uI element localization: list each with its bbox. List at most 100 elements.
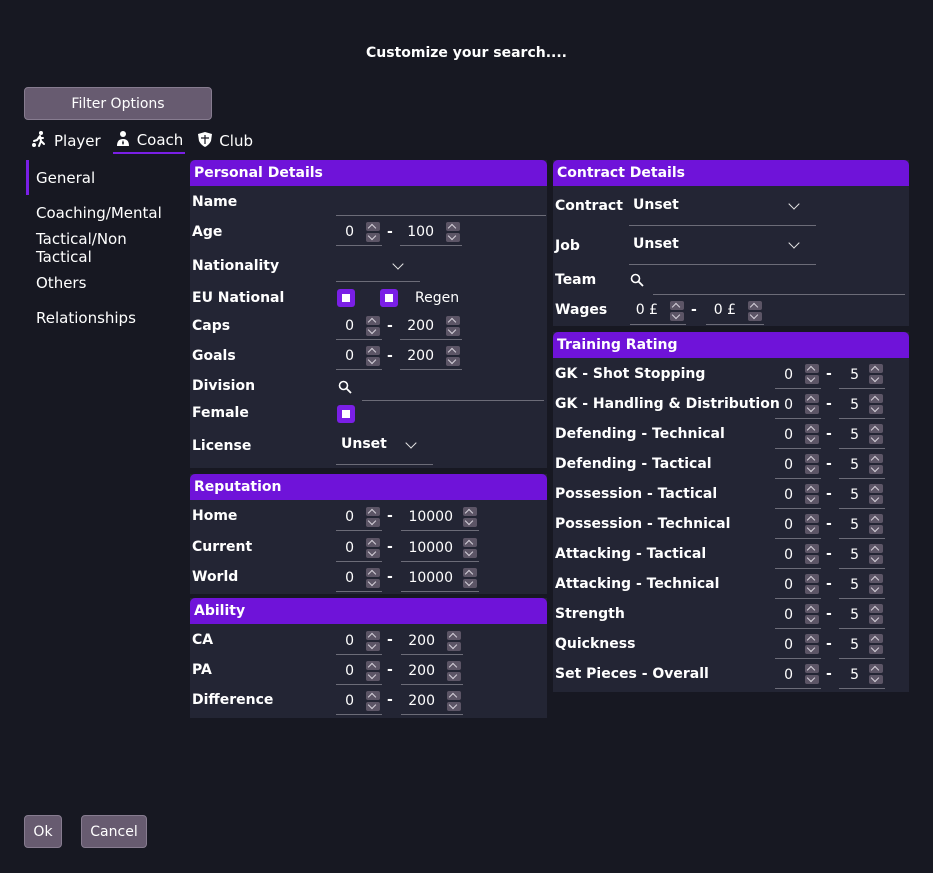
regen-checkbox[interactable] — [380, 289, 398, 307]
pa-min-field[interactable]: 0 — [336, 658, 382, 685]
world-max-field[interactable]: 10000 — [401, 565, 479, 592]
training-max-stepper[interactable] — [869, 574, 883, 594]
ok-button[interactable]: Ok — [24, 815, 62, 848]
difference-min-field[interactable]: 0 — [336, 688, 382, 715]
training-max-field[interactable]: 5 — [839, 662, 885, 689]
training-max-stepper[interactable] — [869, 604, 883, 624]
age-max-stepper[interactable] — [446, 222, 460, 242]
ca-min-stepper[interactable] — [366, 631, 380, 651]
training-max-stepper[interactable] — [869, 634, 883, 654]
age-min-stepper[interactable] — [366, 222, 380, 242]
training-max-field[interactable]: 5 — [839, 542, 885, 569]
pa-min-stepper[interactable] — [366, 661, 380, 681]
caps-min-field[interactable]: 0 — [336, 314, 382, 340]
wages-max-stepper[interactable] — [748, 301, 762, 321]
world-max-stepper[interactable] — [463, 568, 477, 588]
training-max-field[interactable]: 5 — [839, 392, 885, 419]
goals-min-stepper[interactable] — [366, 346, 380, 366]
training-min-stepper[interactable] — [805, 604, 819, 624]
training-max-field[interactable]: 5 — [839, 602, 885, 629]
nav-item-relationships[interactable]: Relationships — [26, 300, 186, 335]
pa-max-field[interactable]: 200 — [401, 658, 463, 685]
current-min-field[interactable]: 0 — [336, 535, 382, 562]
training-min-field[interactable]: 0 — [775, 422, 821, 449]
training-min-field[interactable]: 0 — [775, 392, 821, 419]
training-min-stepper[interactable] — [805, 574, 819, 594]
ca-max-field[interactable]: 200 — [401, 628, 463, 655]
training-min-field[interactable]: 0 — [775, 482, 821, 509]
training-min-field[interactable]: 0 — [775, 662, 821, 689]
current-max-stepper[interactable] — [463, 538, 477, 558]
training-min-field[interactable]: 0 — [775, 362, 821, 389]
training-min-stepper[interactable] — [805, 364, 819, 384]
training-max-stepper[interactable] — [869, 544, 883, 564]
training-max-stepper[interactable] — [869, 394, 883, 414]
contract-select[interactable]: Unset — [629, 192, 816, 226]
wages-max-field[interactable]: 0 £ — [706, 298, 764, 325]
current-min-stepper[interactable] — [366, 538, 380, 558]
age-min-field[interactable]: 0 — [336, 220, 382, 246]
nav-item-general[interactable]: General — [26, 160, 186, 195]
tab-player[interactable]: Player — [28, 128, 103, 154]
training-max-stepper[interactable] — [869, 484, 883, 504]
training-max-field[interactable]: 5 — [839, 512, 885, 539]
job-select[interactable]: Unset — [629, 232, 816, 265]
wages-min-field[interactable]: 0 £ — [630, 298, 686, 325]
difference-max-field[interactable]: 200 — [401, 688, 463, 715]
training-min-stepper[interactable] — [805, 634, 819, 654]
training-min-field[interactable]: 0 — [775, 602, 821, 629]
training-min-stepper[interactable] — [805, 454, 819, 474]
training-min-stepper[interactable] — [805, 424, 819, 444]
goals-max-field[interactable]: 200 — [400, 344, 462, 370]
goals-max-stepper[interactable] — [446, 346, 460, 366]
difference-min-stepper[interactable] — [366, 691, 380, 711]
nav-item-coaching-mental[interactable]: Coaching/Mental — [26, 195, 186, 230]
training-min-field[interactable]: 0 — [775, 572, 821, 599]
current-max-field[interactable]: 10000 — [401, 535, 479, 562]
team-search-input[interactable] — [653, 273, 905, 295]
world-min-field[interactable]: 0 — [336, 565, 382, 592]
training-max-field[interactable]: 5 — [839, 632, 885, 659]
difference-max-stepper[interactable] — [447, 691, 461, 711]
world-min-stepper[interactable] — [366, 568, 380, 588]
training-min-field[interactable]: 0 — [775, 452, 821, 479]
tab-coach[interactable]: Coach — [112, 128, 186, 154]
cancel-button[interactable]: Cancel — [81, 815, 147, 848]
tab-club[interactable]: Club — [195, 128, 255, 154]
training-max-field[interactable]: 5 — [839, 482, 885, 509]
training-min-field[interactable]: 0 — [775, 542, 821, 569]
name-input[interactable] — [336, 196, 546, 216]
training-max-stepper[interactable] — [869, 514, 883, 534]
home-min-field[interactable]: 0 — [336, 504, 382, 531]
goals-min-field[interactable]: 0 — [336, 344, 382, 370]
caps-max-field[interactable]: 200 — [400, 314, 462, 340]
training-min-field[interactable]: 0 — [775, 512, 821, 539]
female-checkbox[interactable] — [337, 405, 355, 423]
training-min-stepper[interactable] — [805, 514, 819, 534]
training-max-field[interactable]: 5 — [839, 572, 885, 599]
training-min-field[interactable]: 0 — [775, 632, 821, 659]
home-max-field[interactable]: 10000 — [401, 504, 479, 531]
training-max-field[interactable]: 5 — [839, 422, 885, 449]
license-select[interactable]: Unset — [336, 432, 433, 465]
caps-min-stepper[interactable] — [366, 316, 380, 336]
ca-min-field[interactable]: 0 — [336, 628, 382, 655]
home-max-stepper[interactable] — [463, 507, 477, 527]
training-max-field[interactable]: 5 — [839, 452, 885, 479]
nav-item-others[interactable]: Others — [26, 265, 186, 300]
training-max-stepper[interactable] — [869, 664, 883, 684]
age-max-field[interactable]: 100 — [400, 220, 462, 246]
eu-national-checkbox[interactable] — [337, 289, 355, 307]
wages-min-stepper[interactable] — [670, 301, 684, 321]
training-min-stepper[interactable] — [805, 484, 819, 504]
home-min-stepper[interactable] — [366, 507, 380, 527]
ca-max-stepper[interactable] — [447, 631, 461, 651]
division-search-input[interactable] — [362, 380, 544, 401]
training-max-stepper[interactable] — [869, 364, 883, 384]
pa-max-stepper[interactable] — [447, 661, 461, 681]
training-min-stepper[interactable] — [805, 544, 819, 564]
nationality-select[interactable] — [336, 254, 420, 282]
training-min-stepper[interactable] — [805, 394, 819, 414]
nav-item-tactical[interactable]: Tactical/Non Tactical — [26, 230, 186, 266]
caps-max-stepper[interactable] — [446, 316, 460, 336]
